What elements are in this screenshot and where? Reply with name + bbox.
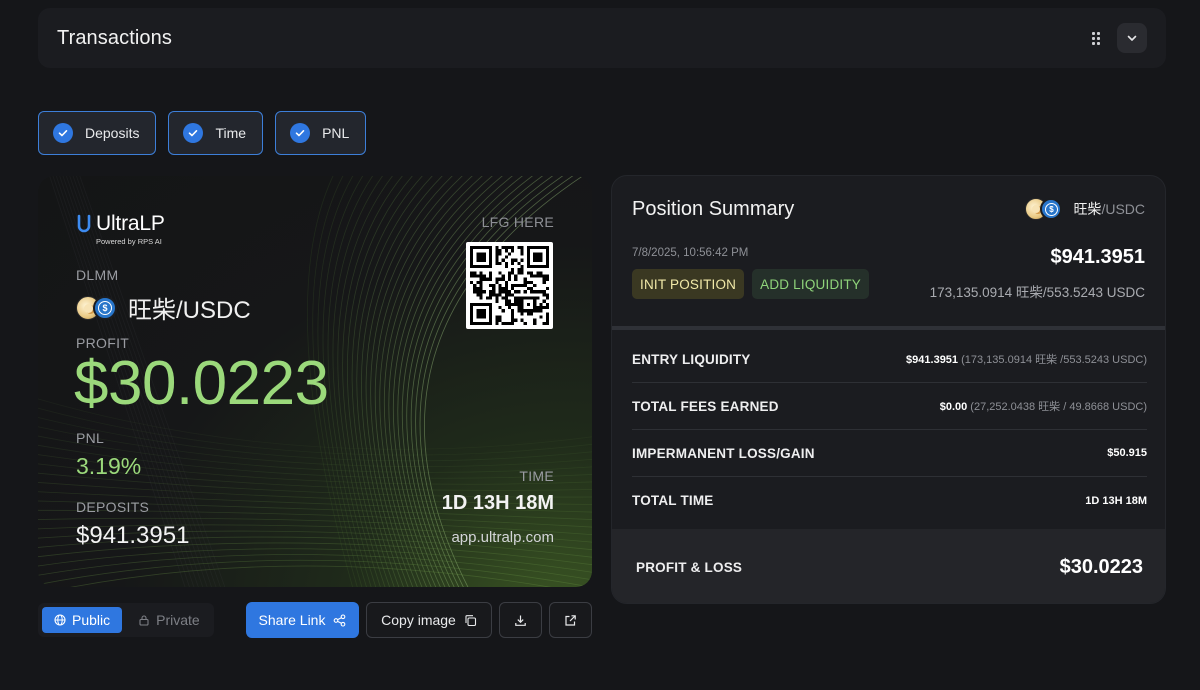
add-liquidity-badge: ADD LIQUIDITY bbox=[752, 269, 869, 299]
position-amount-detail: 173,135.0914 旺柴/553.5243 USDC bbox=[929, 285, 1145, 300]
chevron-down-icon bbox=[1127, 35, 1137, 41]
check-icon bbox=[183, 123, 204, 143]
usdc-token-icon: $ bbox=[93, 295, 117, 320]
visibility-toggle: Public Private bbox=[38, 603, 214, 637]
position-summary-panel: Position Summary $ 旺柴/USDC 7/8/2025, 10:… bbox=[611, 175, 1166, 604]
ultralp-logo: UltraLP Powered by RPS AI bbox=[76, 212, 165, 246]
time-value: 1D 13H 18M bbox=[441, 492, 554, 514]
app-url: app.ultralp.com bbox=[451, 529, 554, 546]
lock-icon bbox=[139, 615, 149, 626]
filter-chip-deposits[interactable]: Deposits bbox=[38, 111, 157, 155]
transaction-date: 7/8/2025, 10:56:42 PM bbox=[632, 247, 749, 259]
summary-pair: $ 旺柴/USDC bbox=[1025, 197, 1145, 221]
profit-value: $30.0223 bbox=[74, 349, 329, 418]
copy-image-label: Copy image bbox=[381, 612, 456, 628]
usdc-token-icon: $ bbox=[1040, 198, 1063, 220]
page-title: Transactions bbox=[57, 26, 172, 49]
copy-icon bbox=[465, 614, 476, 626]
share-link-button[interactable]: Share Link bbox=[246, 602, 359, 638]
filter-chip-label: Time bbox=[215, 125, 247, 141]
brand-subtitle: Powered by RPS AI bbox=[96, 237, 162, 246]
transactions-header: Transactions bbox=[38, 8, 1166, 68]
public-label: Public bbox=[72, 612, 111, 628]
download-icon bbox=[515, 615, 526, 626]
summary-rows: ENTRY LIQUIDITY $941.3951 (173,135.0914 … bbox=[632, 336, 1147, 524]
qr-label: LFG HERE bbox=[481, 214, 554, 230]
summary-row-total-fees: TOTAL FEES EARNED $0.00 (27,252.0438 旺柴 … bbox=[632, 383, 1147, 430]
drag-handle-button[interactable] bbox=[1081, 23, 1111, 53]
init-position-badge: INIT POSITION bbox=[632, 269, 745, 299]
ultralp-logo-icon bbox=[77, 214, 91, 233]
download-button[interactable] bbox=[499, 602, 542, 638]
pnl-share-card: UltraLP Powered by RPS AI DLMM $ 旺柴/USDC… bbox=[38, 176, 592, 587]
summary-row-entry-liquidity: ENTRY LIQUIDITY $941.3951 (173,135.0914 … bbox=[632, 336, 1147, 383]
filter-chip-label: PNL bbox=[322, 125, 350, 141]
profit-loss-footer: PROFIT & LOSS $30.0223 bbox=[612, 529, 1165, 603]
share-icon bbox=[334, 613, 346, 627]
pool-type-label: DLMM bbox=[76, 267, 119, 283]
pnl-label: PNL bbox=[76, 430, 105, 446]
pair-base: 旺柴 bbox=[1073, 201, 1102, 217]
time-label: TIME bbox=[519, 468, 554, 484]
summary-title: Position Summary bbox=[632, 198, 795, 220]
pnl-value: 3.19% bbox=[76, 453, 142, 479]
summary-row-total-time: TOTAL TIME 1D 13H 18M bbox=[632, 493, 1147, 508]
card-pair: $ 旺柴/USDC bbox=[76, 290, 251, 325]
qr-code bbox=[466, 242, 553, 329]
deposits-label: DEPOSITS bbox=[76, 499, 150, 515]
private-label: Private bbox=[156, 612, 200, 628]
brand-name: UltraLP bbox=[96, 212, 165, 235]
external-link-icon bbox=[565, 614, 576, 626]
private-option[interactable]: Private bbox=[126, 607, 212, 633]
profit-loss-label: PROFIT & LOSS bbox=[636, 559, 743, 575]
public-option[interactable]: Public bbox=[42, 607, 123, 633]
filter-chip-label: Deposits bbox=[85, 125, 140, 141]
filter-chips: Deposits Time PNL bbox=[38, 111, 367, 155]
filter-chip-pnl[interactable]: PNL bbox=[275, 111, 367, 155]
profit-loss-value: $30.0223 bbox=[1059, 555, 1143, 578]
position-amount: $941.3951 bbox=[1050, 246, 1145, 268]
deposits-value: $941.3951 bbox=[76, 522, 190, 549]
globe-icon bbox=[54, 614, 66, 626]
check-icon bbox=[290, 123, 311, 143]
copy-image-button[interactable]: Copy image bbox=[366, 602, 492, 638]
filter-chip-time[interactable]: Time bbox=[168, 111, 264, 155]
grip-icon bbox=[1092, 31, 1100, 45]
pair-name: 旺柴/USDC bbox=[128, 297, 251, 324]
summary-row-impermanent-loss: IMPERMANENT LOSS/GAIN $50.915 bbox=[632, 430, 1147, 477]
pair-quote: /USDC bbox=[1101, 201, 1145, 217]
collapse-button[interactable] bbox=[1117, 23, 1147, 53]
check-icon bbox=[53, 123, 73, 143]
divider bbox=[612, 326, 1165, 330]
open-external-button[interactable] bbox=[549, 602, 592, 638]
share-link-label: Share Link bbox=[258, 612, 326, 628]
